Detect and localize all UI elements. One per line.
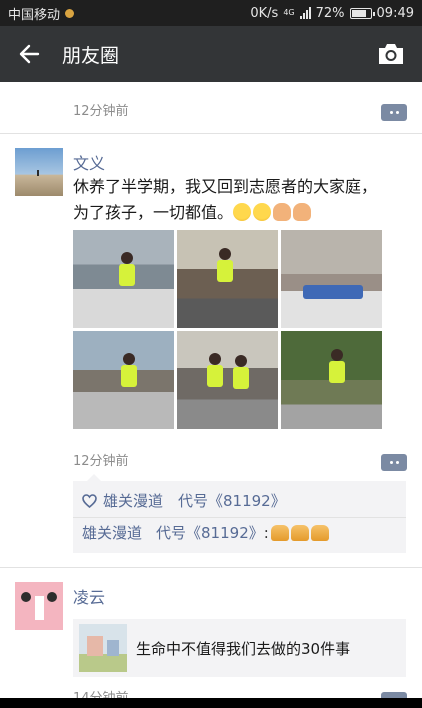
- camera-icon: [379, 44, 403, 64]
- likes-comments-box: 雄关漫道 代号《81192》 雄关漫道 代号《81192》 :: [73, 474, 406, 553]
- comment-line[interactable]: 雄关漫道 代号《81192》 :: [82, 522, 329, 543]
- likes-divider: [73, 517, 406, 518]
- post-divider: [0, 133, 422, 134]
- arrow-left-icon: [19, 44, 40, 64]
- liker-name[interactable]: 雄关漫道 代号《81192》: [103, 490, 286, 511]
- post-text: 休养了半学期，我又回到志愿者的大家庭， 为了孩子，一切都值。: [73, 174, 403, 226]
- muscle-emoji-icon: [273, 203, 292, 221]
- moments-feed[interactable]: 12分钟前 文义 休养了半学期，我又回到志愿者的大家庭， 为了孩子，一切都值。: [0, 82, 422, 698]
- thumbs-up-emoji-icon: [290, 524, 309, 541]
- avatar[interactable]: [15, 582, 63, 630]
- back-button[interactable]: [0, 26, 58, 82]
- photo-thumbnail[interactable]: [177, 230, 278, 328]
- avatar-beach-image: [15, 148, 63, 196]
- network-type: 4G: [283, 8, 295, 17]
- article-thumbnail: [79, 624, 127, 672]
- photo-thumbnail[interactable]: [73, 331, 174, 429]
- post-author-name[interactable]: 文义: [73, 150, 105, 174]
- photo-thumbnail[interactable]: [281, 230, 382, 328]
- photo-thumbnail[interactable]: [73, 230, 174, 328]
- comment-text: 代号《81192》: [156, 524, 264, 542]
- post-time: 14分钟前: [73, 687, 129, 698]
- comment-icon[interactable]: [381, 104, 407, 121]
- photo-thumbnail[interactable]: [281, 331, 382, 429]
- post-time: 12分钟前: [73, 104, 129, 119]
- comment-colon: :: [263, 523, 269, 542]
- battery-percent: 72%: [315, 5, 345, 21]
- post-time: 12分钟前: [73, 454, 129, 469]
- article-painting-image: [79, 624, 127, 672]
- thumbs-up-emoji-icon: [270, 524, 289, 541]
- smile-emoji-icon: [253, 203, 272, 221]
- shared-article-card[interactable]: 生命中不值得我们去做的30件事: [73, 619, 406, 677]
- photo-grid: [73, 230, 383, 429]
- comment-author[interactable]: 雄关漫道: [82, 522, 142, 543]
- battery-icon: [349, 7, 375, 19]
- signal-icon: [299, 7, 311, 19]
- notification-icon: [65, 8, 75, 18]
- likes-line: 雄关漫道 代号《81192》: [82, 490, 286, 511]
- network-speed: 0K/s: [250, 5, 279, 21]
- post-divider: [0, 567, 422, 568]
- camera-button[interactable]: [376, 40, 406, 68]
- smile-emoji-icon: [233, 203, 252, 221]
- post-text-line-2: 为了孩子，一切都值。: [73, 200, 403, 226]
- heart-icon: [82, 493, 97, 508]
- box-pointer: [87, 474, 101, 481]
- post-author-name[interactable]: 凌云: [73, 584, 105, 608]
- thumbs-up-emoji-icon: [310, 524, 329, 541]
- carrier-label: 中国移动: [8, 7, 61, 23]
- bottom-edge: [0, 698, 422, 708]
- comment-icon[interactable]: [381, 454, 407, 471]
- post-text-line: 休养了半学期，我又回到志愿者的大家庭，: [73, 177, 378, 196]
- photo-thumbnail[interactable]: [177, 331, 278, 429]
- status-bar: 中国移动 0K/s 4G 72% 09:49: [0, 0, 422, 26]
- avatar-cartoon-image: [15, 582, 63, 630]
- article-title: 生命中不值得我们去做的30件事: [136, 640, 351, 658]
- title-bar: 朋友圈: [0, 26, 422, 82]
- post-text-line: 为了孩子，一切都值。: [73, 203, 234, 222]
- muscle-emoji-icon: [293, 203, 312, 221]
- clock: 09:49: [376, 5, 414, 21]
- avatar[interactable]: [15, 148, 63, 196]
- page-title: 朋友圈: [62, 44, 120, 67]
